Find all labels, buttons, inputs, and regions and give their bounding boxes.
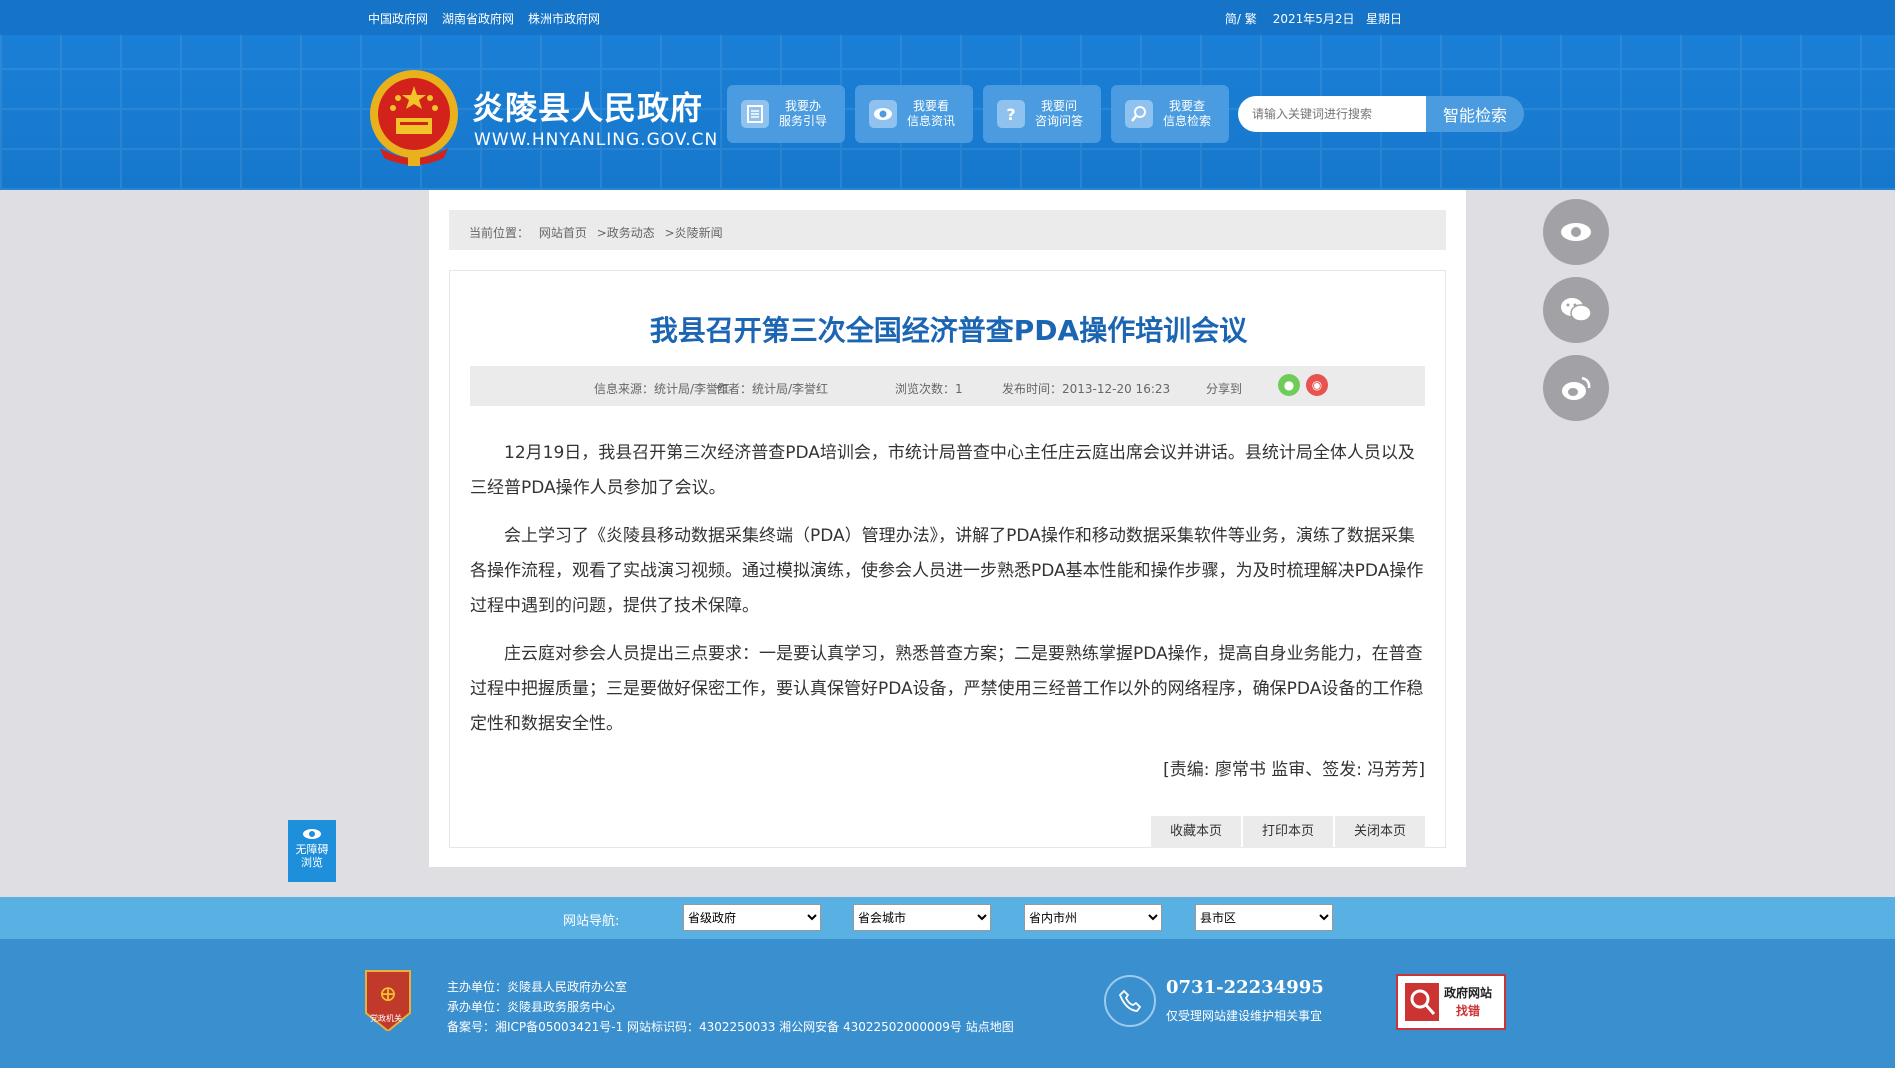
link-zhuzhou-gov[interactable]: 株洲市政府网 — [528, 10, 600, 27]
eye-icon — [869, 100, 897, 128]
nav-search-line1: 我要查 — [1169, 99, 1206, 113]
nav-info-line2: 信息资讯 — [907, 114, 956, 128]
eye-icon — [1561, 223, 1591, 241]
accessibility-line2: 浏览 — [301, 856, 323, 869]
nav-service-line2: 服务引导 — [779, 114, 828, 128]
select-province-cities[interactable]: 省内市州 — [1024, 904, 1162, 931]
breadcrumb-local-news[interactable]: >炎陵新闻 — [665, 226, 723, 240]
top-links: 中国政府网 湖南省政府网 株洲市政府网 — [368, 10, 600, 27]
site-title: 炎陵县人民政府 — [472, 89, 704, 127]
article-actions: 收藏本页 打印本页 关闭本页 — [1151, 816, 1425, 848]
error-report-line2: 找错 — [1456, 1004, 1481, 1018]
footer-nav-label: 网站导航: — [563, 914, 620, 929]
link-hunan-gov[interactable]: 湖南省政府网 — [442, 10, 514, 27]
nav-button-info[interactable]: 我要看 信息资讯 — [855, 85, 973, 143]
article-paragraph: 会上学习了《炎陵县移动数据采集终端（PDA）管理办法》，讲解了PDA操作和移动数… — [470, 526, 1424, 616]
top-bar: 中国政府网 湖南省政府网 株洲市政府网 简/ 繁 2021年5月2日 星期日 — [0, 0, 1895, 35]
top-right-info: 简/ 繁 2021年5月2日 星期日 — [1225, 10, 1402, 27]
accessibility-button[interactable]: 无障碍 浏览 — [288, 820, 336, 882]
footer-host: 主办单位：炎陵县人民政府办公室 — [447, 980, 628, 994]
search-icon — [1125, 100, 1153, 128]
nav-info-line1: 我要看 — [913, 99, 950, 113]
error-report-line1: 政府网站 — [1444, 986, 1493, 1000]
float-eye-button[interactable] — [1543, 199, 1609, 265]
site-footer: ⊕ 党政机关 主办单位：炎陵县人民政府办公室 承办单位：炎陵县政务服务中心 备案… — [0, 939, 1895, 1068]
article-editor: [责编: 廖常书 监审、签发: 冯芳芳] — [1163, 760, 1425, 780]
footer-record: 备案号：湘ICP备05003421号-1 网站标识码：4302250033 湘公… — [447, 1020, 1014, 1034]
bookmark-button[interactable]: 收藏本页 — [1151, 816, 1241, 848]
float-wechat-button[interactable] — [1543, 277, 1609, 343]
phone-icon — [1104, 975, 1156, 1027]
breadcrumb-news[interactable]: >政务动态 — [597, 226, 655, 240]
footer-organizer: 承办单位：炎陵县政务服务中心 — [447, 1000, 616, 1014]
badge-label: 党政机关 — [370, 1014, 402, 1023]
date-text: 2021年5月2日 — [1272, 12, 1355, 26]
nav-button-search[interactable]: 我要查 信息检索 — [1111, 85, 1229, 143]
breadcrumb-home[interactable]: 网站首页 — [539, 226, 587, 240]
document-icon — [741, 100, 769, 128]
site-header: 炎陵县人民政府 WWW.HNYANLING.GOV.CN 我要办 服务引导 我要看… — [0, 35, 1895, 190]
article-meta: 信息来源：统计局/李誉红 作者：统计局/李誉红 浏览次数：1 发布时间：2013… — [470, 366, 1425, 406]
meta-views: 浏览次数：1 — [895, 382, 963, 396]
article: 我县召开第三次全国经济普查PDA操作培训会议 信息来源：统计局/李誉红 作者：统… — [449, 270, 1446, 848]
print-button[interactable]: 打印本页 — [1243, 816, 1333, 848]
weibo-share-icon[interactable]: ◉ — [1306, 374, 1328, 396]
weekday-text: 星期日 — [1365, 12, 1402, 26]
footer-phone-note: 仅受理网站建设维护相关事宜 — [1166, 1009, 1323, 1023]
weibo-icon — [1562, 376, 1591, 400]
search-button[interactable]: 智能检索 — [1426, 96, 1524, 132]
magnifier-icon — [1405, 983, 1439, 1021]
svg-text:⊕: ⊕ — [379, 982, 397, 1007]
select-counties[interactable]: 县市区 — [1195, 904, 1333, 931]
footer-nav: 网站导航: 省级政府 省会城市 省内市州 县市区 — [0, 897, 1895, 939]
language-toggle[interactable]: 简/ 繁 — [1225, 10, 1257, 27]
breadcrumb: 当前位置： 网站首页 >政务动态 >炎陵新闻 — [449, 210, 1446, 250]
meta-source: 信息来源：统计局/李誉红 — [594, 382, 731, 396]
header-nav: 我要办 服务引导 我要看 信息资讯 ? 我要问 咨询问答 我要查 信息检索 — [727, 85, 1229, 143]
meta-share-label: 分享到 — [1206, 382, 1243, 396]
header-search: 智能检索 — [1238, 96, 1524, 132]
close-page-button[interactable]: 关闭本页 — [1335, 816, 1425, 848]
float-weibo-button[interactable] — [1543, 355, 1609, 421]
nav-button-service[interactable]: 我要办 服务引导 — [727, 85, 845, 143]
article-title: 我县召开第三次全国经济普查PDA操作培训会议 — [649, 314, 1248, 347]
main-content: 当前位置： 网站首页 >政务动态 >炎陵新闻 我县召开第三次全国经济普查PDA操… — [429, 190, 1466, 867]
nav-ask-line2: 咨询问答 — [1035, 114, 1084, 128]
national-emblem-icon — [370, 70, 458, 166]
nav-button-ask[interactable]: ? 我要问 咨询问答 — [983, 85, 1101, 143]
eye-icon — [303, 829, 321, 839]
nav-search-line2: 信息检索 — [1163, 114, 1212, 128]
footer-info: 主办单位：炎陵县人民政府办公室 承办单位：炎陵县政务服务中心 备案号：湘ICP备… — [447, 977, 1014, 1037]
breadcrumb-label: 当前位置： — [469, 226, 530, 240]
search-input[interactable] — [1238, 96, 1426, 132]
wechat-icon — [1561, 298, 1592, 322]
meta-author: 作者：统计局/李誉红 — [716, 382, 829, 396]
select-provincial-gov[interactable]: 省级政府 — [683, 904, 821, 931]
nav-ask-line1: 我要问 — [1041, 99, 1078, 113]
nav-service-line1: 我要办 — [785, 99, 822, 113]
link-central-gov[interactable]: 中国政府网 — [368, 10, 428, 27]
article-paragraph: 12月19日，我县召开第三次经济普查PDA培训会，市统计局普查中心主任庄云庭出席… — [470, 443, 1415, 498]
article-paragraph: 庄云庭对参会人员提出三点要求：一是要认真学习，熟悉普查方案；二是要熟练掌握PDA… — [470, 644, 1424, 734]
accessibility-line1: 无障碍 — [295, 843, 329, 856]
site-url: WWW.HNYANLING.GOV.CN — [474, 130, 719, 150]
gov-site-error-report-button[interactable]: 政府网站 找错 — [1396, 974, 1506, 1030]
question-icon: ? — [997, 100, 1025, 128]
party-gov-badge[interactable]: ⊕ 党政机关 — [362, 969, 414, 1033]
article-body: 12月19日，我县召开第三次经济普查PDA培训会，市统计局普查中心主任庄云庭出席… — [470, 436, 1425, 755]
footer-phone: 0731-22234995 — [1166, 977, 1324, 998]
select-capital-cities[interactable]: 省会城市 — [853, 904, 991, 931]
meta-published: 发布时间：2013-12-20 16:23 — [1002, 382, 1171, 396]
wechat-share-icon[interactable]: ● — [1278, 374, 1300, 396]
